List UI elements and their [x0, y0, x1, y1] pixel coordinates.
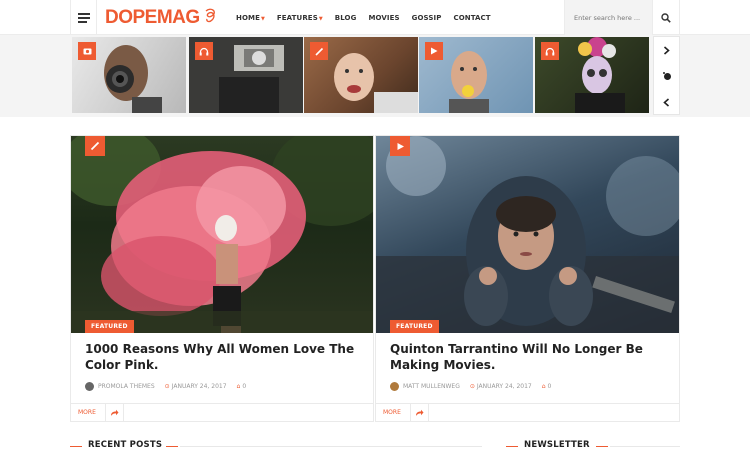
recent-posts-heading: RECENT POSTS — [88, 440, 163, 450]
share-icon — [111, 409, 119, 416]
search-box — [564, 0, 652, 35]
comment-icon: ⌂ — [236, 383, 241, 390]
post-image[interactable] — [376, 136, 679, 333]
camera-icon — [78, 42, 96, 60]
play-icon — [425, 42, 443, 60]
heading-accent — [506, 446, 518, 447]
post-footer: MORE — [71, 403, 373, 422]
carousel-prev-button[interactable] — [654, 89, 679, 115]
top-bar: DOPEMAG HOME▼ FEATURES▼ BLOG MOVIES GOSS… — [0, 0, 750, 35]
post-image[interactable] — [71, 136, 373, 333]
main-nav: HOME▼ FEATURES▼ BLOG MOVIES GOSSIP CONTA… — [236, 0, 503, 35]
nav-item-movies[interactable]: MOVIES — [368, 14, 399, 22]
comment-count[interactable]: 0 — [548, 383, 552, 390]
nav-item-blog[interactable]: BLOG — [335, 14, 357, 22]
carousel-item[interactable] — [535, 37, 649, 113]
carousel-item[interactable] — [189, 37, 303, 113]
nav-item-features[interactable]: FEATURES▼ — [277, 14, 323, 22]
carousel-controls — [653, 36, 680, 115]
headphones-icon — [541, 42, 559, 60]
comment-count[interactable]: 0 — [242, 383, 246, 390]
clock-icon: ⊙ — [469, 383, 475, 390]
carousel-next-button[interactable] — [654, 37, 679, 63]
site-logo[interactable]: DOPEMAG — [105, 7, 215, 29]
post-footer: MORE — [376, 403, 679, 422]
nav-item-contact[interactable]: CONTACT — [453, 14, 490, 22]
nav-item-home[interactable]: HOME▼ — [236, 14, 265, 22]
divider — [610, 446, 680, 447]
search-input[interactable] — [565, 0, 651, 35]
pencil-icon — [310, 42, 328, 60]
featured-badge[interactable]: FEATURED — [390, 320, 439, 333]
post-title[interactable]: 1000 Reasons Why All Women Love The Colo… — [85, 341, 363, 373]
post-meta: PROMOLA THEMES ⊙ JANUARY 24, 2017 ⌂ 0 — [85, 382, 246, 391]
comment-icon: ⌂ — [541, 383, 546, 390]
search-button[interactable] — [652, 0, 680, 35]
post-title[interactable]: Quinton Tarrantino Will No Longer Be Mak… — [390, 341, 668, 373]
more-button[interactable]: MORE — [376, 404, 411, 422]
post-date: JANUARY 24, 2017 — [476, 383, 532, 390]
heading-accent — [166, 446, 178, 447]
featured-badge[interactable]: FEATURED — [85, 320, 134, 333]
more-button[interactable]: MORE — [71, 404, 106, 422]
headphones-icon — [195, 42, 213, 60]
post-author[interactable]: MATT MULLENWEG — [403, 383, 460, 390]
carousel-item[interactable] — [419, 37, 533, 113]
spinner-icon — [662, 72, 671, 80]
pencil-icon — [85, 136, 105, 156]
post-date: JANUARY 24, 2017 — [171, 383, 227, 390]
featured-post: FEATURED Quinton Tarrantino Will No Long… — [375, 135, 680, 422]
share-button[interactable] — [106, 404, 124, 422]
chevron-right-icon — [663, 45, 670, 55]
carousel-item[interactable] — [304, 37, 418, 113]
search-icon — [661, 12, 671, 23]
featured-post: FEATURED 1000 Reasons Why All Women Love… — [70, 135, 374, 422]
clock-icon: ⊙ — [164, 383, 170, 390]
avatar[interactable] — [85, 382, 94, 391]
heading-accent — [70, 446, 82, 447]
logo-mark-icon — [203, 7, 219, 29]
heading-accent — [596, 446, 608, 447]
nav-item-gossip[interactable]: GOSSIP — [412, 14, 442, 22]
share-icon — [416, 409, 424, 416]
divider — [180, 446, 482, 447]
carousel-pause-button[interactable] — [654, 63, 679, 89]
avatar[interactable] — [390, 382, 399, 391]
chevron-left-icon — [663, 97, 670, 107]
newsletter-heading: NEWSLETTER — [524, 440, 590, 450]
post-author[interactable]: PROMOLA THEMES — [98, 383, 155, 390]
play-icon — [390, 136, 410, 156]
carousel-item[interactable] — [72, 37, 186, 113]
post-meta: MATT MULLENWEG ⊙ JANUARY 24, 2017 ⌂ 0 — [390, 382, 551, 391]
menu-icon[interactable] — [70, 0, 97, 35]
share-button[interactable] — [411, 404, 429, 422]
